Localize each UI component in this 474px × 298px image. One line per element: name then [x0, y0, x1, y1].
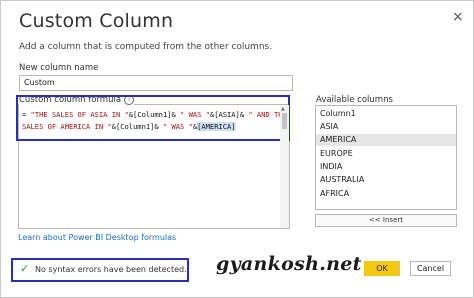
insert-button[interactable]: << Insert	[315, 214, 457, 227]
watermark-text: gyankosh.net	[216, 253, 362, 275]
syntax-status-text: No syntax errors have been detected.	[35, 265, 187, 274]
cancel-button[interactable]: Cancel	[410, 261, 451, 276]
learn-formulas-link[interactable]: Learn about Power BI Desktop formulas	[18, 233, 176, 242]
dialog-subtitle: Add a column that is computed from the o…	[19, 42, 273, 52]
check-icon: ✓	[20, 262, 30, 275]
close-icon[interactable]: ×	[452, 9, 464, 25]
new-column-name-label: New column name	[19, 63, 99, 73]
list-item-column1[interactable]: Column1	[320, 109, 356, 118]
list-item-europe[interactable]: EUROPE	[320, 149, 353, 158]
list-item-africa[interactable]: AFRICA	[320, 189, 349, 198]
list-item-australia[interactable]: AUSTRALIA	[320, 175, 364, 184]
scroll-up-icon[interactable]: ▲	[281, 106, 285, 112]
list-item-asia[interactable]: ASIA	[320, 122, 338, 131]
list-item-america[interactable]: AMERICA	[320, 135, 356, 144]
available-columns-label: Available columns	[316, 95, 393, 105]
ok-button[interactable]: OK	[364, 261, 400, 276]
formula-highlight-box	[16, 95, 290, 141]
dialog-title: Custom Column	[19, 10, 174, 32]
list-item-india[interactable]: INDIA	[320, 162, 342, 171]
scrollbar-thumb[interactable]	[282, 113, 287, 129]
new-column-name-input[interactable]: Custom	[19, 75, 293, 91]
